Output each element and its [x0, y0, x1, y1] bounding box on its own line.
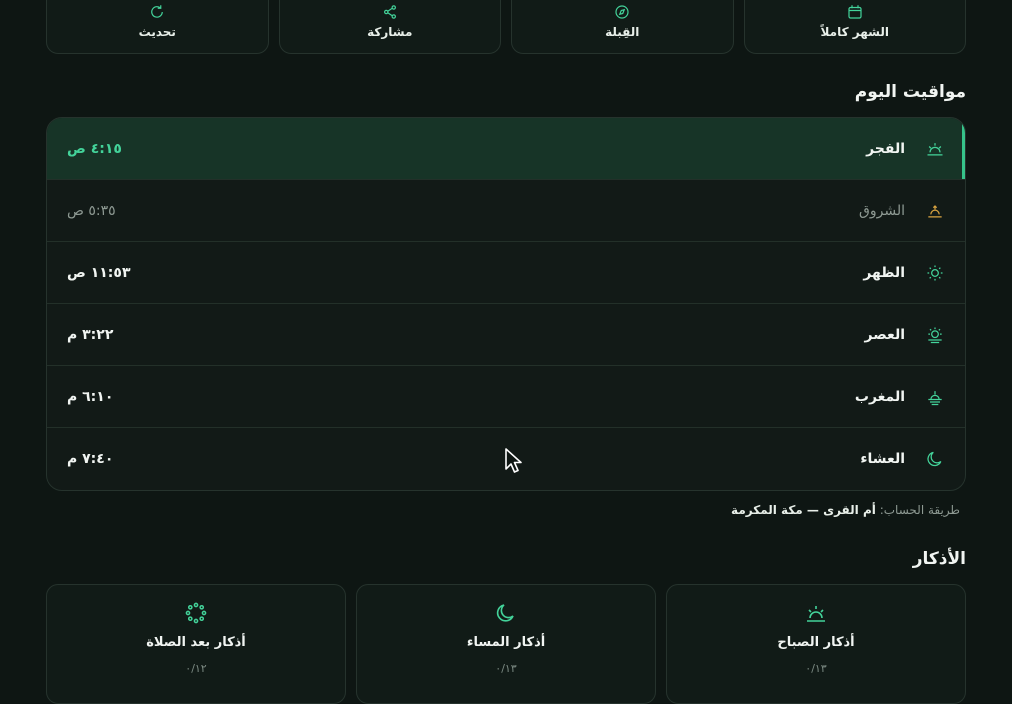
azkar-card-evening[interactable]: أذكار المساء ٠/١٣ — [356, 584, 656, 704]
crescent-icon — [496, 604, 514, 622]
sunset-icon — [925, 387, 945, 407]
prayer-name: المغرب — [854, 388, 905, 405]
prayer-times-list: الفجر ٤:١٥ ص الشروق ٥:٣٥ ص الظهر ١١:٥٣ ص… — [46, 117, 966, 491]
azkar-card-count: ٠/١٣ — [495, 662, 517, 675]
mouse-cursor-icon — [505, 448, 522, 473]
azkar-card-title: أذكار الصباح — [777, 635, 855, 650]
qibla-button[interactable]: القِبلة — [511, 0, 734, 54]
prayer-time: ٧:٤٠ م — [67, 451, 114, 467]
azkar-card-count: ٠/١٢ — [185, 662, 207, 675]
prayer-row-shuruq[interactable]: الشروق ٥:٣٥ ص — [47, 180, 965, 242]
share-icon — [383, 5, 396, 19]
compass-icon — [615, 5, 629, 19]
refresh-button[interactable]: تحديث — [46, 0, 269, 54]
calculation-method: طريقة الحساب: أم القرى — مكة المكرمة — [731, 503, 960, 517]
sunrise-icon — [925, 139, 945, 159]
azkar-card-after-prayer[interactable]: أذكار بعد الصلاة ٠/١٢ — [46, 584, 346, 704]
prayer-time: ٥:٣٥ ص — [67, 202, 116, 219]
prayer-name: الشروق — [859, 202, 905, 219]
month-button[interactable]: الشهر كاملاً — [743, 0, 966, 54]
sun-up-icon — [925, 201, 945, 221]
azkar-title: الأذكار — [912, 549, 966, 569]
azkar-card-count: ٠/١٣ — [805, 662, 827, 675]
prayer-time: ٦:١٠ م — [67, 388, 114, 405]
month-button-label: الشهر كاملاً — [820, 25, 889, 39]
azkar-card-morning[interactable]: أذكار الصباح ٠/١٣ — [666, 584, 966, 704]
azkar-card-title: أذكار المساء — [466, 635, 546, 650]
prayer-name: الظهر — [863, 264, 905, 281]
tasbih-icon — [185, 602, 207, 624]
prayer-time: ٣:٢٢ م — [67, 326, 114, 343]
method-label: طريقة الحساب: — [879, 503, 960, 517]
azkar-card-title: أذكار بعد الصلاة — [146, 635, 246, 650]
morning-sun-icon — [807, 606, 825, 622]
prayer-row-fajr[interactable]: الفجر ٤:١٥ ص — [47, 118, 965, 180]
prayer-time: ٤:١٥ ص — [67, 140, 122, 157]
share-button-label: مشاركة — [367, 25, 413, 39]
moon-icon — [925, 449, 945, 469]
qibla-button-label: القِبلة — [605, 25, 640, 39]
quick-actions: الشهر كاملاً القِبلة مشاركة تحديث — [46, 0, 966, 54]
method-value: أم القرى — مكة المكرمة — [731, 503, 876, 517]
today-title: مواقيت اليوم — [854, 82, 966, 102]
sun-icon — [925, 263, 945, 283]
share-button[interactable]: مشاركة — [278, 0, 501, 54]
refresh-icon — [151, 5, 164, 18]
calendar-icon — [848, 5, 862, 19]
refresh-button-label: تحديث — [138, 25, 176, 39]
azkar-cards: أذكار الصباح ٠/١٣ أذكار المساء ٠/١٣ أذكا… — [46, 584, 966, 704]
prayer-time: ١١:٥٣ ص — [67, 264, 131, 281]
sun-low-icon — [925, 325, 945, 345]
prayer-row-maghrib[interactable]: المغرب ٦:١٠ م — [47, 366, 965, 428]
prayer-row-asr[interactable]: العصر ٣:٢٢ م — [47, 304, 965, 366]
prayer-row-dhuhr[interactable]: الظهر ١١:٥٣ ص — [47, 242, 965, 304]
prayer-name: العصر — [864, 326, 905, 343]
prayer-name: الفجر — [866, 140, 905, 157]
